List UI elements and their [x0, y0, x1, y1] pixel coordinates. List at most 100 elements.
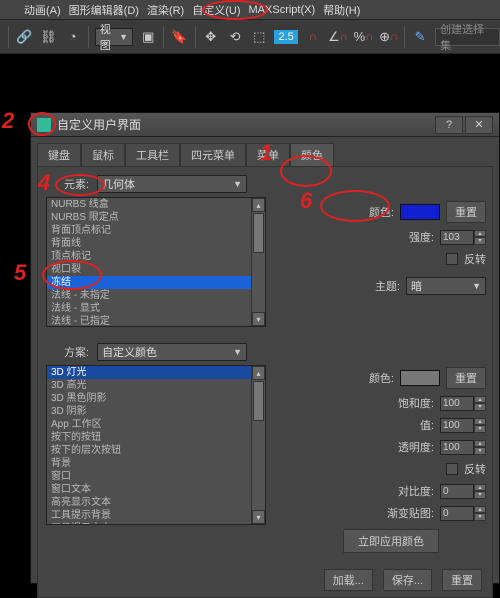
- spin-down-icon[interactable]: ▾: [474, 513, 486, 521]
- tab-menu[interactable]: 菜单: [246, 143, 290, 166]
- bookmark-icon[interactable]: 🔖: [170, 27, 188, 47]
- scroll-down-icon[interactable]: ▾: [252, 510, 265, 524]
- dialog-titlebar[interactable]: 自定义用户界面 ? ✕: [31, 113, 499, 137]
- list-item[interactable]: 工具提示文本: [47, 522, 265, 525]
- list-item[interactable]: 3D 高光: [47, 379, 265, 392]
- move-icon[interactable]: ✥: [202, 27, 220, 47]
- menu-maxscript[interactable]: MAXScript(X): [245, 4, 320, 16]
- list-item-selected[interactable]: 3D 灯光: [47, 366, 265, 379]
- value-input[interactable]: [440, 418, 474, 433]
- spin-up-icon[interactable]: ▴: [474, 440, 486, 448]
- reset-button[interactable]: 重置: [446, 201, 486, 223]
- list-item[interactable]: 3D 黑色阴影: [47, 392, 265, 405]
- theme-dropdown[interactable]: 暗▼: [406, 277, 486, 295]
- spin-down-icon[interactable]: ▾: [474, 491, 486, 499]
- list-item[interactable]: 工具提示背景: [47, 509, 265, 522]
- scroll-thumb[interactable]: [253, 381, 264, 421]
- tab-keyboard[interactable]: 键盘: [37, 143, 81, 166]
- close-button[interactable]: ✕: [465, 116, 493, 134]
- reset-all-button[interactable]: 重置: [442, 569, 482, 591]
- list-item[interactable]: 背面顶点标记: [47, 224, 265, 237]
- gradient-spinner[interactable]: ▴▾: [440, 506, 486, 521]
- trans-input[interactable]: [440, 440, 474, 455]
- contrast-input[interactable]: [440, 484, 474, 499]
- list-item[interactable]: NURBS 线盒: [47, 198, 265, 211]
- scheme-dropdown[interactable]: 自定义颜色▼: [97, 343, 247, 361]
- scroll-up-icon[interactable]: ▴: [252, 198, 265, 212]
- spin-up-icon[interactable]: ▴: [474, 506, 486, 514]
- menu-render[interactable]: 渲染(R): [143, 2, 188, 18]
- spin-up-icon[interactable]: ▴: [474, 484, 486, 492]
- tab-toolbar[interactable]: 工具栏: [125, 143, 180, 166]
- tab-quadmenu[interactable]: 四元菜单: [180, 143, 246, 166]
- reset2-button[interactable]: 重置: [446, 367, 486, 389]
- view-dropdown[interactable]: 视图▼: [95, 28, 133, 46]
- named-sel-icon[interactable]: ✎: [411, 27, 429, 47]
- scroll-down-icon[interactable]: ▾: [252, 312, 265, 326]
- scale-icon[interactable]: ⬚: [250, 27, 268, 47]
- load-button[interactable]: 加载...: [324, 569, 373, 591]
- list-item[interactable]: 高亮显示文本: [47, 496, 265, 509]
- save-button[interactable]: 保存...: [383, 569, 432, 591]
- trans-spinner[interactable]: ▴▾: [440, 440, 486, 455]
- sat-input[interactable]: [440, 396, 474, 411]
- scrollbar[interactable]: ▴ ▾: [251, 366, 265, 524]
- list-item[interactable]: 背景: [47, 457, 265, 470]
- spin-up-icon[interactable]: ▴: [474, 230, 486, 238]
- list-item[interactable]: NURBS 限定点: [47, 211, 265, 224]
- list-item[interactable]: 法线 - 已指定: [47, 315, 265, 327]
- scrollbar[interactable]: ▴ ▾: [251, 198, 265, 326]
- apply-now-button[interactable]: 立即应用颜色: [343, 529, 439, 553]
- invert2-checkbox[interactable]: [446, 463, 458, 475]
- gradient-input[interactable]: [440, 506, 474, 521]
- menu-help[interactable]: 帮助(H): [319, 2, 364, 18]
- filter-icon[interactable]: ▣: [139, 27, 157, 47]
- spin-up-icon[interactable]: ▴: [474, 418, 486, 426]
- spin-down-icon[interactable]: ▾: [474, 403, 486, 411]
- menu-grapheditor[interactable]: 图形编辑器(D): [65, 2, 143, 18]
- bind-icon[interactable]: ◔: [64, 27, 82, 47]
- invert-checkbox[interactable]: [446, 253, 458, 265]
- sat-spinner[interactable]: ▴▾: [440, 396, 486, 411]
- tab-mouse[interactable]: 鼠标: [81, 143, 125, 166]
- unlink-icon[interactable]: ⛓: [39, 27, 57, 47]
- contrast-spinner[interactable]: ▴▾: [440, 484, 486, 499]
- intensity-spinner[interactable]: ▴▾: [440, 230, 486, 245]
- list-item[interactable]: 顶点标记: [47, 250, 265, 263]
- link-icon[interactable]: 🔗: [15, 27, 33, 47]
- selection-set-input[interactable]: 创建选择集: [435, 28, 500, 46]
- color2-swatch[interactable]: [400, 370, 440, 386]
- menu-customize[interactable]: 自定义(U): [188, 2, 244, 18]
- intensity-input[interactable]: [440, 230, 474, 245]
- snap-icon[interactable]: ∩: [304, 27, 322, 47]
- scroll-up-icon[interactable]: ▴: [252, 366, 265, 380]
- scroll-thumb[interactable]: [253, 213, 264, 253]
- spin-down-icon[interactable]: ▾: [474, 447, 486, 455]
- list-item-selected[interactable]: 冻结: [47, 276, 265, 289]
- list-item[interactable]: App 工作区: [47, 418, 265, 431]
- color-swatch[interactable]: [400, 204, 440, 220]
- rotate-icon[interactable]: ⟲: [226, 27, 244, 47]
- tab-color[interactable]: 颜色: [290, 143, 334, 166]
- percent-snap-icon[interactable]: %∩: [354, 27, 373, 47]
- list-item[interactable]: 窗口文本: [47, 483, 265, 496]
- scheme-listbox[interactable]: 3D 灯光 3D 高光 3D 黑色阴影 3D 阴影 App 工作区 按下的按钮 …: [46, 365, 266, 525]
- list-item[interactable]: 视口裂: [47, 263, 265, 276]
- angle-snap-icon[interactable]: ∠∩: [328, 27, 348, 47]
- menu-anim[interactable]: 动画(A): [20, 2, 65, 18]
- elements-listbox[interactable]: NURBS 线盒 NURBS 限定点 背面顶点标记 背面线 顶点标记 视口裂 冻…: [46, 197, 266, 327]
- help-button[interactable]: ?: [435, 116, 463, 134]
- spin-up-icon[interactable]: ▴: [474, 396, 486, 404]
- list-item[interactable]: 法线 - 未指定: [47, 289, 265, 302]
- list-item[interactable]: 窗口: [47, 470, 265, 483]
- list-item[interactable]: 按下的按钮: [47, 431, 265, 444]
- spin-down-icon[interactable]: ▾: [474, 425, 486, 433]
- elements-dropdown[interactable]: 几何体▼: [97, 175, 247, 193]
- list-item[interactable]: 法线 - 显式: [47, 302, 265, 315]
- spinner-snap-icon[interactable]: ⊕∩: [379, 27, 398, 47]
- spin-down-icon[interactable]: ▾: [474, 237, 486, 245]
- list-item[interactable]: 按下的层次按钮: [47, 444, 265, 457]
- value-spinner[interactable]: ▴▾: [440, 418, 486, 433]
- snap-toggle[interactable]: 2.5: [274, 30, 297, 44]
- list-item[interactable]: 3D 阴影: [47, 405, 265, 418]
